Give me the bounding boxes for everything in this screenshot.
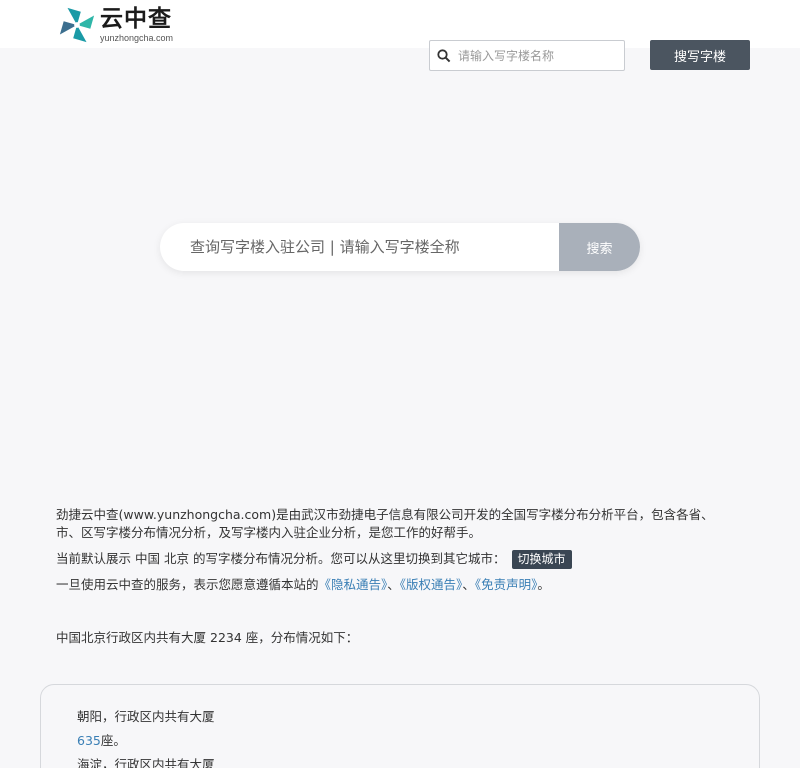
current-country: 中国	[135, 551, 161, 566]
building-summary: 中国北京行政区内共有大厦 2234 座，分布情况如下：	[56, 627, 358, 646]
terms-prefix: 一旦使用云中查的服务，表示您愿意遵循本站的	[56, 577, 319, 592]
logo[interactable]: 云中查 yunzhongcha.com	[58, 5, 173, 45]
company-search-bar: 搜索	[160, 223, 640, 271]
header-search-input[interactable]	[458, 48, 618, 63]
disclaimer-link[interactable]: 《免责声明》	[475, 577, 538, 592]
terms-suffix: 。	[537, 577, 550, 592]
terms-separator: 、	[387, 577, 400, 592]
privacy-link[interactable]: 《隐私通告》	[319, 577, 388, 592]
district-item-chaoyang[interactable]: 朝阳，行政区内共有大厦 635座。	[77, 705, 217, 753]
page: 云中查 yunzhongcha.com 搜写字楼 搜索 劲捷云中查(www.yu…	[0, 0, 800, 768]
summary-suffix: 座，分布情况如下：	[245, 630, 359, 645]
intro-description: 劲捷云中查(www.yunzhongcha.com)是由武汉市劲捷电子信息有限公…	[56, 507, 714, 540]
current-city-prefix: 当前默认展示	[56, 551, 132, 566]
summary-prefix: 中国北京行政区内共有大厦	[56, 630, 207, 645]
logo-pinwheel-icon	[59, 7, 95, 43]
brand-url: yunzhongcha.com	[100, 32, 174, 43]
district-count: 635	[77, 733, 101, 748]
company-search-button[interactable]: 搜索	[559, 223, 640, 271]
search-building-button[interactable]: 搜写字楼	[650, 40, 750, 70]
search-icon	[430, 41, 458, 70]
current-city: 北京	[164, 551, 190, 566]
current-city-suffix: 的写字楼分布情况分析。您可以从这里切换到其它城市：	[193, 551, 506, 566]
summary-count: 2234	[210, 630, 242, 645]
district-text: 海淀，行政区内共有大厦	[77, 757, 215, 768]
district-distribution-card: 朝阳，行政区内共有大厦 635座。 海淀，行政区内共有大厦	[40, 684, 760, 768]
terms-separator: 、	[462, 577, 475, 592]
terms-line: 一旦使用云中查的服务，表示您愿意遵循本站的《隐私通告》、《版权通告》、《免责声明…	[56, 576, 736, 596]
company-search-input[interactable]	[160, 223, 559, 271]
brand-name: 云中查	[100, 5, 172, 32]
district-suffix: 座。	[100, 733, 126, 748]
header-search-box	[429, 40, 625, 71]
intro-section: 劲捷云中查(www.yunzhongcha.com)是由武汉市劲捷电子信息有限公…	[56, 506, 736, 596]
copyright-link[interactable]: 《版权通告》	[400, 577, 463, 592]
current-city-line: 当前默认展示 中国 北京 的写字楼分布情况分析。您可以从这里切换到其它城市： 切…	[56, 548, 736, 570]
district-text: 朝阳，行政区内共有大厦	[77, 709, 215, 724]
switch-city-button[interactable]: 切换城市	[511, 549, 572, 569]
district-item-haidian[interactable]: 海淀，行政区内共有大厦	[77, 753, 217, 768]
